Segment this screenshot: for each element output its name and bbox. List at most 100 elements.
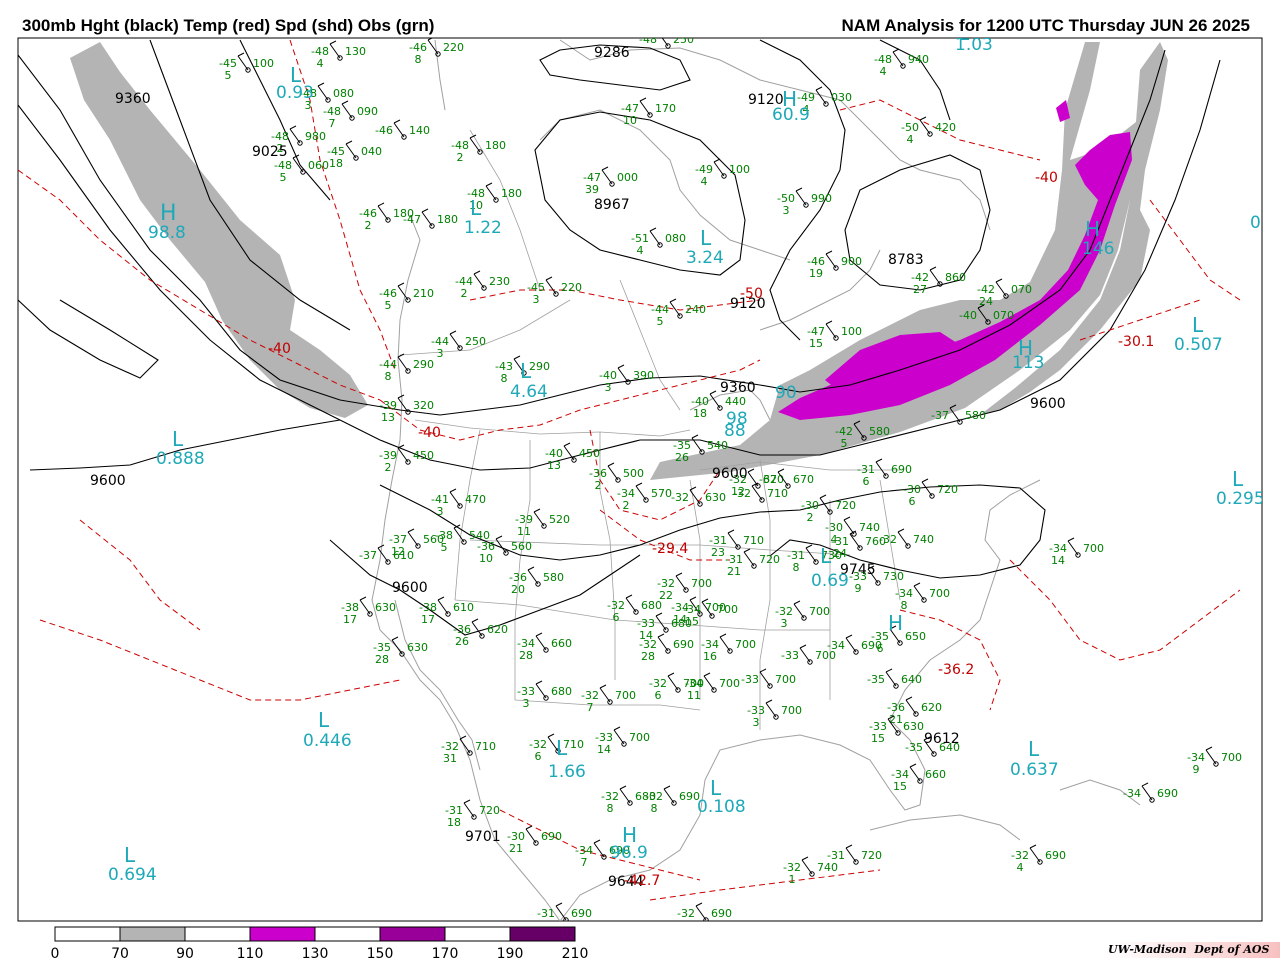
obs-dewpoint: 9 [855,582,862,595]
obs-height: 690 [1157,787,1178,800]
obs-dewpoint: 4 [1017,861,1024,874]
obs-dewpoint: 5 [225,69,232,82]
height-label: 8783 [888,252,924,268]
obs-dewpoint: 15 [809,337,823,350]
obs-dewpoint: 17 [421,613,435,626]
obs-dewpoint: 19 [809,267,823,280]
obs-height: 580 [869,425,890,438]
obs-dewpoint: 3 [437,505,444,518]
svg-text:0.93: 0.93 [276,83,314,103]
colorbar-segment [509,926,576,942]
colorbar-tick-label: 130 [302,946,329,960]
obs-height: 730 [883,570,904,583]
obs-height: 470 [465,493,486,506]
obs-height: 170 [655,102,676,115]
obs-height: 710 [743,534,764,547]
obs-height: 320 [413,399,434,412]
obs-height: 620 [487,623,508,636]
colorbar-tick-label: 150 [367,946,394,960]
center-value: 98 [726,409,748,429]
obs-temp: -35 [905,741,923,754]
obs-dewpoint: 8 [415,53,422,66]
credit-dept: Dept of AOS [1194,943,1270,956]
obs-dewpoint: 6 [535,750,542,763]
svg-text:1.03: 1.03 [955,35,993,55]
obs-height: 180 [437,213,458,226]
obs-dewpoint: 8 [793,561,800,574]
obs-temp: -37 [931,409,949,422]
svg-text:L: L [1232,467,1244,491]
temp-label: -30.1 [1118,334,1154,350]
height-label: 8967 [594,197,630,213]
svg-text:L: L [318,708,330,732]
credit-org: UW-Madison [1108,943,1187,956]
obs-dewpoint: 5 [385,299,392,312]
obs-dewpoint: 27 [913,283,927,296]
obs-dewpoint: 14 [597,743,611,756]
height-label: 9600 [392,580,428,596]
svg-text:L: L [470,196,482,220]
obs-height: 000 [617,171,638,184]
obs-dewpoint: 4 [317,57,324,70]
obs-height: 660 [551,637,572,650]
obs-dewpoint: 7 [581,856,588,869]
obs-height: 450 [413,449,434,462]
obs-dewpoint: 4 [637,244,644,257]
weather-map: -45 1005-48 1304-46 2208-48 250-48 0803 -48 090… [17,35,1263,960]
height-label: 9286 [594,45,630,61]
obs-height: 700 [629,731,650,744]
obs-height: 690 [891,463,912,476]
obs-height: 710 [767,487,788,500]
colorbar-segment [314,926,381,942]
temp-label: -36.2 [938,662,974,678]
obs-dewpoint: 8 [385,370,392,383]
colorbar-tick-label: 190 [497,946,524,960]
center-high: H [888,611,903,635]
temp-label: -29.4 [652,541,688,557]
obs-dewpoint: 28 [641,650,655,663]
temp-label: -40 [1035,170,1058,186]
obs-dewpoint: 39 [585,183,599,196]
obs-dewpoint: 11 [517,525,531,538]
obs-height: 900 [841,255,862,268]
svg-text:96.9: 96.9 [610,843,648,863]
svg-text:L: L [1028,737,1040,761]
obs-temp: -32 [759,473,777,486]
obs-height: 680 [671,617,692,630]
obs-temp: -32 [733,487,751,500]
obs-height: 580 [543,571,564,584]
obs-height: 710 [475,740,496,753]
svg-text:0.694: 0.694 [108,865,157,885]
obs-temp: -37 [359,549,377,562]
obs-height: 720 [937,483,958,496]
center-value: 90 [775,383,797,403]
obs-height: 700 [615,689,636,702]
obs-height: 630 [705,491,726,504]
obs-height: 700 [929,587,950,600]
svg-text:0.888: 0.888 [156,449,205,469]
obs-dewpoint: 18 [693,407,707,420]
svg-text:L: L [124,843,136,867]
obs-height: 620 [921,701,942,714]
obs-height: 680 [641,599,662,612]
svg-text:113: 113 [1012,353,1044,373]
colorbar-segment [249,926,316,942]
temp-label: -50 [740,286,763,302]
obs-height: 720 [759,553,780,566]
svg-text:98: 98 [726,409,748,429]
obs-dewpoint: 31 [443,752,457,765]
svg-text:0.637: 0.637 [1010,760,1059,780]
obs-temp: -46 [375,124,393,137]
obs-height: 580 [965,409,986,422]
obs-dewpoint: 2 [365,219,372,232]
obs-height: 440 [725,395,746,408]
svg-text:3.24: 3.24 [686,248,724,268]
obs-height: 390 [633,369,654,382]
obs-dewpoint: 2 [623,499,630,512]
obs-height: 570 [651,487,672,500]
obs-temp: -31 [537,907,555,920]
obs-height: 630 [903,720,924,733]
obs-dewpoint: 7 [329,117,336,130]
obs-temp: -34 [827,639,845,652]
svg-text:4.64: 4.64 [510,382,548,402]
